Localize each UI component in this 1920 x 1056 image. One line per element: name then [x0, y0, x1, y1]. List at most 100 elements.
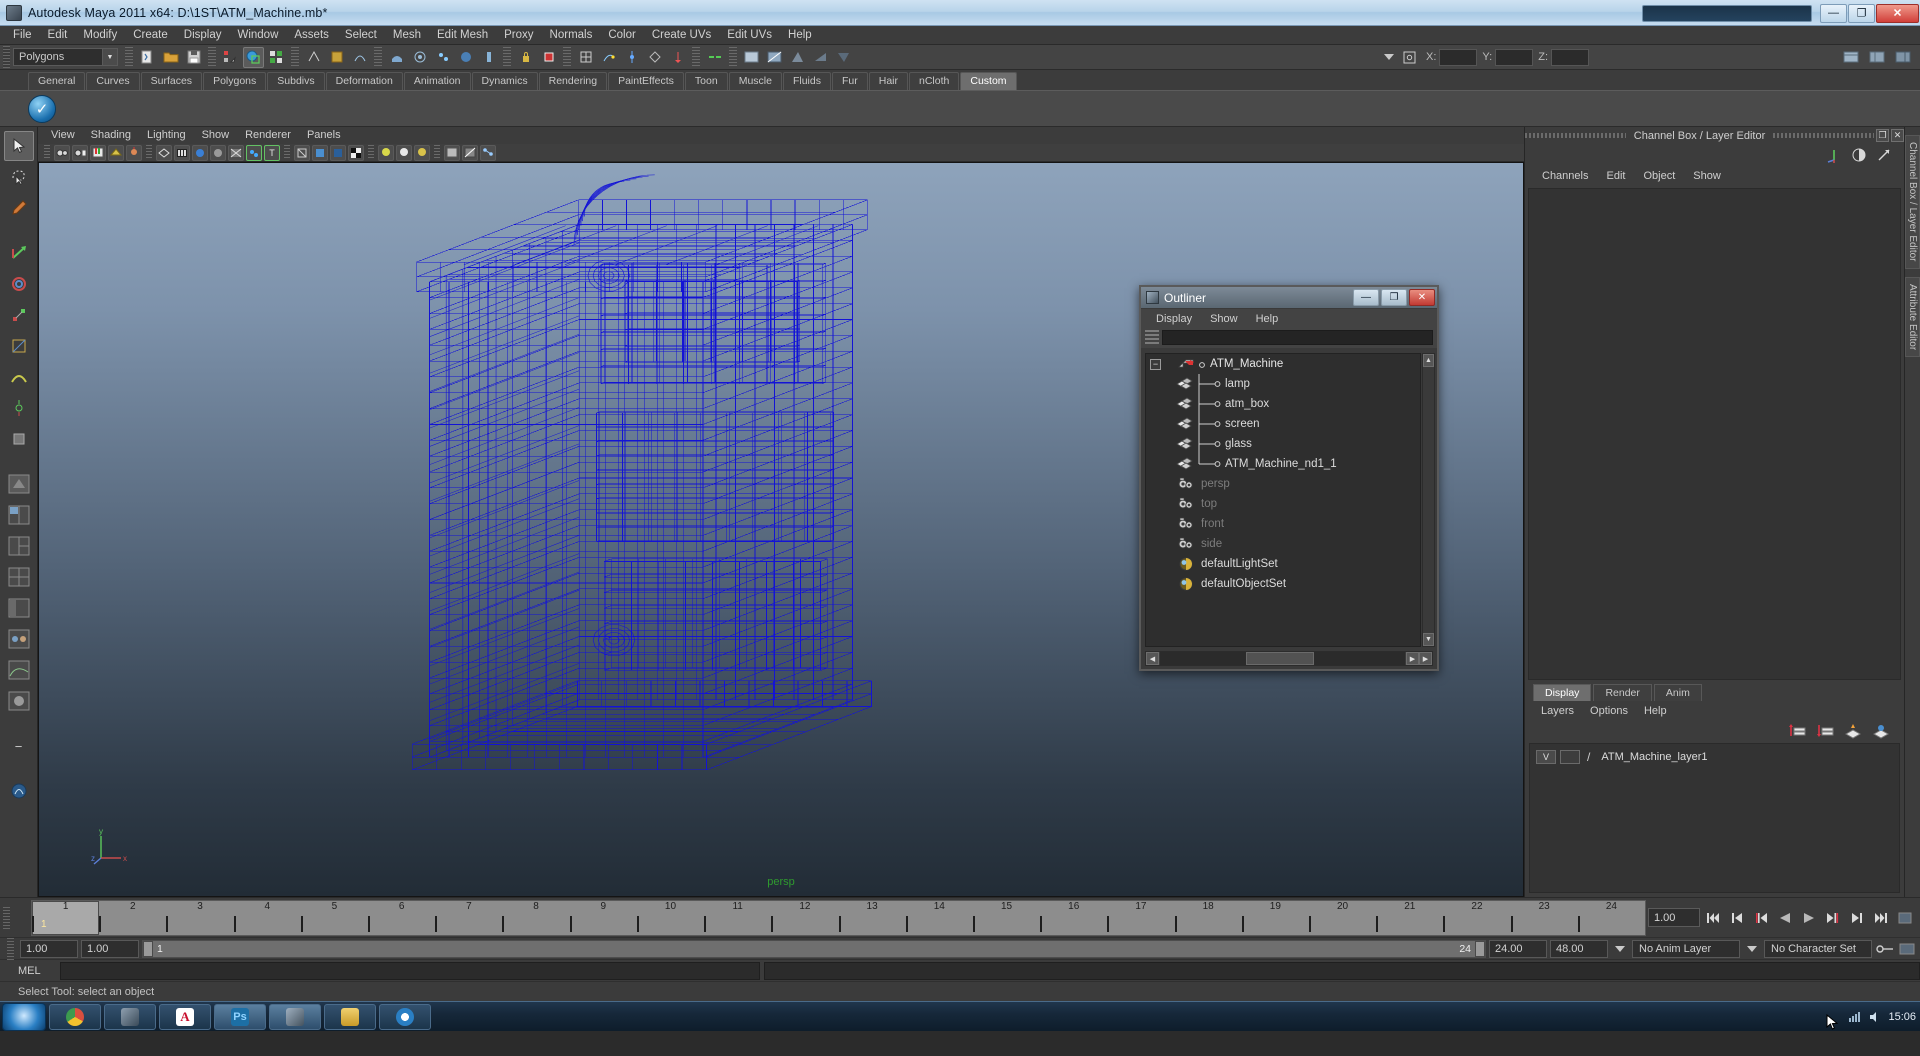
viewport-menu-shading[interactable]: Shading — [83, 127, 139, 144]
channelbox-menu-channels[interactable]: Channels — [1533, 170, 1597, 182]
anim-layer-field[interactable]: No Anim Layer — [1632, 939, 1740, 958]
layout-four-pane-icon[interactable] — [4, 562, 34, 592]
select-handle-icon[interactable] — [303, 47, 324, 68]
menu-item-mesh[interactable]: Mesh — [385, 26, 429, 45]
select-misc-icon[interactable] — [478, 47, 499, 68]
show-manipulator-tool[interactable] — [4, 393, 34, 423]
rangeslider-gripper[interactable] — [7, 937, 14, 960]
shelf-tab-toon[interactable]: Toon — [684, 72, 728, 90]
maximize-button[interactable]: ❐ — [1848, 3, 1875, 23]
render-icon[interactable] — [741, 47, 762, 68]
menu-item-modify[interactable]: Modify — [75, 26, 125, 45]
shelf-tab-ncloth[interactable]: nCloth — [909, 72, 960, 90]
layer-visibility-toggle[interactable]: V — [1536, 749, 1556, 764]
menu-item-normals[interactable]: Normals — [542, 26, 601, 45]
scroll-down-icon[interactable]: ▼ — [1423, 633, 1434, 646]
layer-row[interactable]: V / ATM_Machine_layer1 — [1530, 748, 1899, 765]
outliner-item[interactable]: front — [1146, 514, 1420, 534]
move-tool[interactable] — [4, 238, 34, 268]
network-icon[interactable] — [1848, 1011, 1862, 1023]
coord-y-field[interactable] — [1495, 48, 1534, 66]
taskbar-item-chrome-2[interactable] — [379, 1003, 431, 1030]
layer-name[interactable]: ATM_Machine_layer1 — [1597, 751, 1707, 763]
select-dynamic-icon[interactable] — [432, 47, 453, 68]
layer-menu-layers[interactable]: Layers — [1533, 705, 1582, 717]
layer-menu-help[interactable]: Help — [1636, 705, 1675, 717]
render-settings-icon[interactable] — [787, 47, 808, 68]
outliner-item-label[interactable]: top — [1198, 498, 1217, 510]
vertical-tab-0[interactable]: Channel Box / Layer Editor — [1905, 135, 1920, 269]
layout-three-pane-icon[interactable] — [4, 531, 34, 561]
channel-box-content[interactable] — [1528, 188, 1901, 680]
open-scene-icon[interactable] — [160, 47, 181, 68]
outliner-menu-help[interactable]: Help — [1247, 313, 1288, 325]
outliner-item-label[interactable]: side — [1198, 538, 1222, 550]
shelf-tab-general[interactable]: General — [28, 72, 86, 90]
vertical-tab-1[interactable]: Attribute Editor — [1905, 276, 1920, 357]
outliner-item[interactable]: atm_box — [1146, 394, 1420, 414]
layer-tab-anim[interactable]: Anim — [1653, 684, 1702, 701]
render-view-icon[interactable] — [833, 47, 854, 68]
go-to-start-icon[interactable] — [1702, 908, 1724, 928]
paint-effects-icon[interactable] — [4, 776, 34, 806]
menu-item-help[interactable]: Help — [780, 26, 820, 45]
playback-end-field[interactable]: 24.00 — [1489, 939, 1547, 958]
layer-playback-toggle[interactable] — [1560, 749, 1580, 764]
shelf-tab-polygons[interactable]: Polygons — [203, 72, 267, 90]
outliner-menu-display[interactable]: Display — [1147, 313, 1201, 325]
start-button[interactable] — [2, 1002, 46, 1031]
viewport-menu-lighting[interactable]: Lighting — [139, 127, 194, 144]
select-joint-icon[interactable] — [326, 47, 347, 68]
step-forward-key-icon[interactable] — [1822, 908, 1844, 928]
layer-type-marker[interactable]: / — [1584, 750, 1593, 764]
menu-item-edit[interactable]: Edit — [40, 26, 76, 45]
animation-preferences-icon[interactable] — [1894, 908, 1916, 928]
taskbar-item-acrobat[interactable]: A — [159, 1003, 211, 1030]
current-time-field[interactable]: 1.00 — [1648, 908, 1700, 927]
command-line-input[interactable] — [60, 961, 760, 980]
chevron-down-icon[interactable] — [1615, 945, 1625, 952]
new-layer-from-selected-icon[interactable] — [1872, 723, 1890, 739]
menu-item-file[interactable]: File — [5, 26, 40, 45]
menu-item-window[interactable]: Window — [229, 26, 286, 45]
auto-keyframe-icon[interactable] — [1875, 942, 1895, 956]
channelbox-menu-edit[interactable]: Edit — [1597, 170, 1634, 182]
timeslider-gripper[interactable] — [3, 906, 10, 929]
shelf-tab-surfaces[interactable]: Surfaces — [140, 72, 203, 90]
hardware-texturing-icon[interactable] — [246, 144, 262, 161]
shelf-tab-hair[interactable]: Hair — [868, 72, 908, 90]
save-scene-icon[interactable] — [183, 47, 204, 68]
select-by-component-icon[interactable] — [266, 47, 287, 68]
select-rendering-icon[interactable] — [455, 47, 476, 68]
shelf-tab-muscle[interactable]: Muscle — [728, 72, 782, 90]
outliner-item-label[interactable]: atm_box — [1222, 398, 1269, 410]
camera-attributes-icon[interactable] — [72, 144, 88, 161]
selection-mode-dropdown[interactable]: Polygons ▼ — [13, 48, 118, 66]
outliner-item-label[interactable]: front — [1198, 518, 1224, 530]
menu-item-proxy[interactable]: Proxy — [496, 26, 541, 45]
hscroll-track[interactable] — [1160, 652, 1405, 665]
outliner-item[interactable]: screen — [1146, 414, 1420, 434]
xray-icon[interactable] — [294, 144, 310, 161]
chevron-down-icon[interactable] — [1747, 945, 1757, 952]
layer-tab-render[interactable]: Render — [1593, 684, 1652, 701]
absolute-relative-transform-icon[interactable] — [1399, 47, 1420, 68]
quick-layout-more-icon[interactable]: − — [4, 731, 34, 761]
select-by-object-icon[interactable] — [243, 46, 264, 68]
statusline-gripper[interactable] — [3, 46, 10, 68]
soft-modification-tool[interactable] — [4, 362, 34, 392]
scroll-up-icon[interactable]: ▲ — [1423, 354, 1434, 367]
taskbar-item-photoshop[interactable]: Ps — [214, 1003, 266, 1030]
open-attribute-editor-icon[interactable] — [1840, 47, 1861, 68]
outliner-item-label[interactable]: glass — [1222, 438, 1252, 450]
construction-history-icon[interactable] — [704, 47, 725, 68]
highlight-icon[interactable] — [538, 47, 559, 68]
paint-select-tool[interactable] — [4, 193, 34, 223]
outliner-item[interactable]: top — [1146, 494, 1420, 514]
menu-item-edit-uvs[interactable]: Edit UVs — [719, 26, 780, 45]
layout-single-icon[interactable] — [4, 469, 34, 499]
shelf-tab-painteffects[interactable]: PaintEffects — [608, 72, 684, 90]
new-layer-icon[interactable] — [1844, 723, 1862, 739]
hardware-lighting-icon[interactable]: T — [264, 144, 280, 161]
outliner-item-label[interactable]: defaultLightSet — [1198, 558, 1278, 570]
